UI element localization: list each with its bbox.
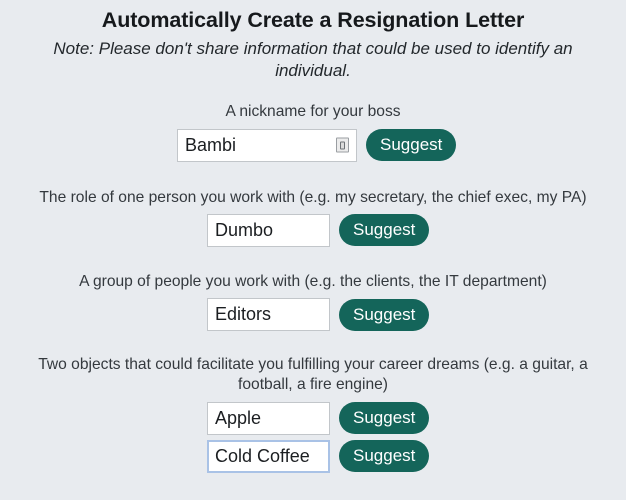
page-title: Automatically Create a Resignation Lette… bbox=[101, 8, 525, 32]
field-row-career-object-1: Suggest bbox=[0, 401, 626, 435]
field-label-people-group: A group of people you work with (e.g. th… bbox=[79, 272, 547, 290]
resignation-letter-form-page: Automatically Create a Resignation Lette… bbox=[0, 0, 626, 500]
field-row-career-object-2: Suggest bbox=[0, 439, 626, 473]
suggest-button-boss-nickname[interactable]: Suggest bbox=[366, 129, 457, 162]
suggest-button-people-group[interactable]: Suggest bbox=[339, 298, 430, 331]
input-people-group[interactable] bbox=[207, 298, 330, 332]
input-wrap-career-object-2 bbox=[207, 439, 330, 473]
field-group-people-group: A group of people you work with (e.g. th… bbox=[0, 272, 626, 332]
input-wrap-career-object-1 bbox=[207, 401, 330, 435]
suggest-button-career-object-1[interactable]: Suggest bbox=[339, 402, 430, 435]
field-row-boss-nickname: Suggest bbox=[0, 128, 626, 162]
field-label-colleague-role: The role of one person you work with (e.… bbox=[39, 188, 587, 206]
page-header: Automatically Create a Resignation Lette… bbox=[0, 0, 626, 81]
field-group-colleague-role: The role of one person you work with (e.… bbox=[0, 188, 626, 247]
suggest-button-colleague-role[interactable]: Suggest bbox=[339, 214, 430, 247]
form-autofill-icon[interactable] bbox=[336, 137, 349, 153]
field-group-career-objects: Two objects that could facilitate you fu… bbox=[0, 355, 626, 473]
suggest-button-career-object-2[interactable]: Suggest bbox=[339, 440, 430, 473]
field-group-boss-nickname: A nickname for your boss Suggest bbox=[0, 102, 626, 162]
input-career-object-1[interactable] bbox=[207, 401, 330, 435]
field-label-career-objects: Two objects that could facilitate you fu… bbox=[38, 356, 588, 394]
input-boss-nickname[interactable] bbox=[177, 128, 357, 162]
privacy-note: Note: Please don't share information tha… bbox=[53, 38, 573, 80]
field-label-boss-nickname: A nickname for your boss bbox=[225, 103, 401, 121]
input-wrap-colleague-role bbox=[207, 213, 330, 247]
input-wrap-boss-nickname bbox=[177, 128, 357, 162]
input-career-object-2[interactable] bbox=[207, 439, 330, 473]
field-row-colleague-role: Suggest bbox=[0, 213, 626, 247]
input-wrap-people-group bbox=[207, 298, 330, 332]
input-colleague-role[interactable] bbox=[207, 213, 330, 247]
field-row-people-group: Suggest bbox=[0, 298, 626, 332]
